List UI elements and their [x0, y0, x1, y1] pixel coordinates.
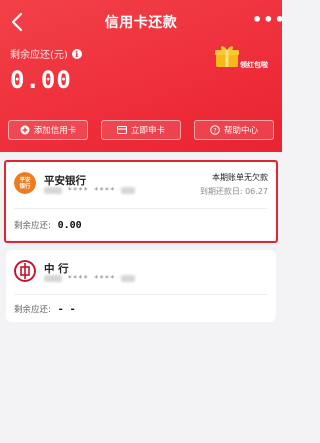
- action-row: 添加信用卡 立即申卡 ? 帮助中心: [8, 120, 274, 142]
- svg-text:银行: 银行: [19, 182, 31, 190]
- redacted-block: [44, 187, 62, 194]
- help-center-label: 帮助中心: [223, 126, 258, 136]
- divider: [14, 294, 268, 295]
- card-icon: [116, 125, 127, 135]
- gift-label: 领红包啦: [240, 61, 268, 69]
- bill-status: 本期账单无欠款 到期还款日: 06.27: [200, 172, 268, 197]
- credit-card-item[interactable]: 平安 银行 平安银行 **** **** 本期账单无欠款 到期还款日: 06.2…: [6, 162, 276, 240]
- card-number-text: **** ****: [67, 186, 116, 195]
- apply-card-button[interactable]: 立即申卡: [101, 120, 181, 140]
- apply-card-label: 立即申卡: [130, 126, 165, 136]
- card-number: **** ****: [44, 186, 135, 195]
- plus-circle-icon: [20, 125, 30, 135]
- page-title: 信用卡还款: [104, 15, 178, 31]
- remaining-row: 剩余应还: 0.00: [14, 219, 82, 231]
- bank-logo-pingan: 平安 银行: [14, 172, 36, 194]
- due-date-row: 到期还款日: 06.27: [200, 186, 268, 197]
- nav-bar: 信用卡还款 •••: [0, 0, 285, 44]
- add-credit-card-button[interactable]: 添加信用卡: [8, 120, 88, 140]
- remaining-row-label: 剩余应还:: [14, 305, 51, 315]
- remaining-row-value: - -: [57, 304, 76, 315]
- card-number-text: **** ****: [67, 274, 116, 283]
- remaining-amount: 0.00: [10, 66, 72, 94]
- help-center-button[interactable]: ? 帮助中心: [194, 120, 274, 140]
- add-credit-card-label: 添加信用卡: [33, 126, 77, 136]
- card-number: **** ****: [44, 274, 135, 283]
- remaining-label: 剩余应还(元): [10, 50, 68, 61]
- remaining-row: 剩余应还: - -: [14, 303, 76, 315]
- bank-logo-boc: [14, 260, 36, 282]
- remaining-row-value: 0.00: [57, 220, 82, 231]
- redacted-block: [120, 187, 135, 194]
- svg-text:?: ?: [213, 126, 216, 134]
- bill-status-text: 本期账单无欠款: [212, 173, 268, 182]
- redacted-block: [44, 275, 62, 282]
- gift-icon: [215, 46, 239, 67]
- redacted-block: [120, 275, 135, 282]
- due-date-value: 06.27: [245, 187, 268, 196]
- due-date-label: 到期还款日:: [199, 187, 243, 196]
- info-icon[interactable]: i: [71, 48, 82, 59]
- svg-text:平安: 平安: [19, 176, 31, 184]
- credit-card-item[interactable]: 中 行 **** **** 剩余应还: - -: [6, 250, 276, 322]
- gift-promo[interactable]: 领红包啦: [212, 44, 268, 80]
- more-menu-button[interactable]: •••: [252, 12, 285, 32]
- remaining-label-row: 剩余应还(元) i: [10, 46, 82, 61]
- divider: [14, 208, 268, 209]
- help-icon: ?: [210, 125, 220, 135]
- remaining-row-label: 剩余应还:: [14, 221, 51, 231]
